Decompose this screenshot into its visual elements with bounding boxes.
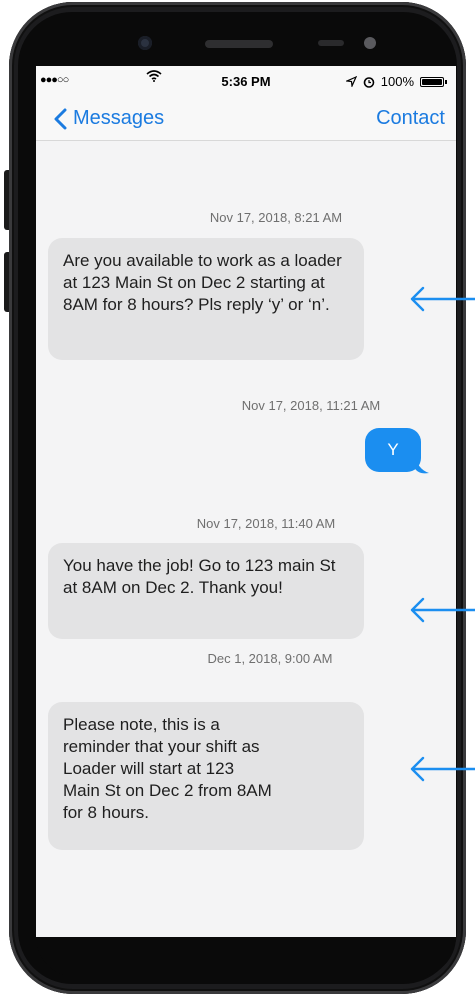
navigation-bar: Messages Contact	[36, 100, 456, 141]
back-label: Messages	[73, 107, 165, 129]
location-arrow-icon	[345, 76, 357, 87]
message-timestamp: Dec 1, 2018, 9:00 AM	[207, 651, 333, 666]
bubble-tail-icon	[414, 453, 429, 474]
battery-icon	[420, 76, 447, 87]
incoming-message-bubble[interactable]: You have the job! Go to 123 main St at 8…	[48, 543, 364, 639]
annotation-arrow-icon	[410, 756, 475, 782]
back-button[interactable]: Messages	[52, 107, 164, 130]
annotation-arrow-icon	[410, 286, 475, 312]
incoming-message-bubble[interactable]: Please note, this is a reminder that you…	[48, 702, 364, 850]
contact-button[interactable]: Contact	[376, 107, 445, 130]
ambient-sensor	[364, 37, 376, 49]
message-timestamp: Nov 17, 2018, 11:21 AM	[241, 398, 381, 413]
phone-screen: ●●●○○ 5:36 PM 100% Messages Contact Nov …	[36, 66, 456, 937]
annotation-arrow-icon	[410, 597, 475, 623]
message-timestamp: Nov 17, 2018, 11:40 AM	[196, 516, 336, 531]
incoming-message-bubble[interactable]: Are you available to work as a loader at…	[48, 238, 364, 360]
message-timestamp: Nov 17, 2018, 8:21 AM	[209, 210, 343, 225]
outgoing-message-bubble[interactable]: Y	[365, 428, 421, 472]
chevron-left-icon	[54, 108, 67, 129]
status-bar: ●●●○○ 5:36 PM 100%	[36, 66, 456, 100]
screen-bottom-bezel	[36, 937, 456, 977]
earpiece-speaker	[205, 40, 273, 48]
battery-percentage: 100%	[380, 74, 414, 89]
front-camera-icon	[138, 36, 152, 50]
proximity-sensor	[318, 40, 344, 46]
alarm-icon	[363, 76, 375, 88]
